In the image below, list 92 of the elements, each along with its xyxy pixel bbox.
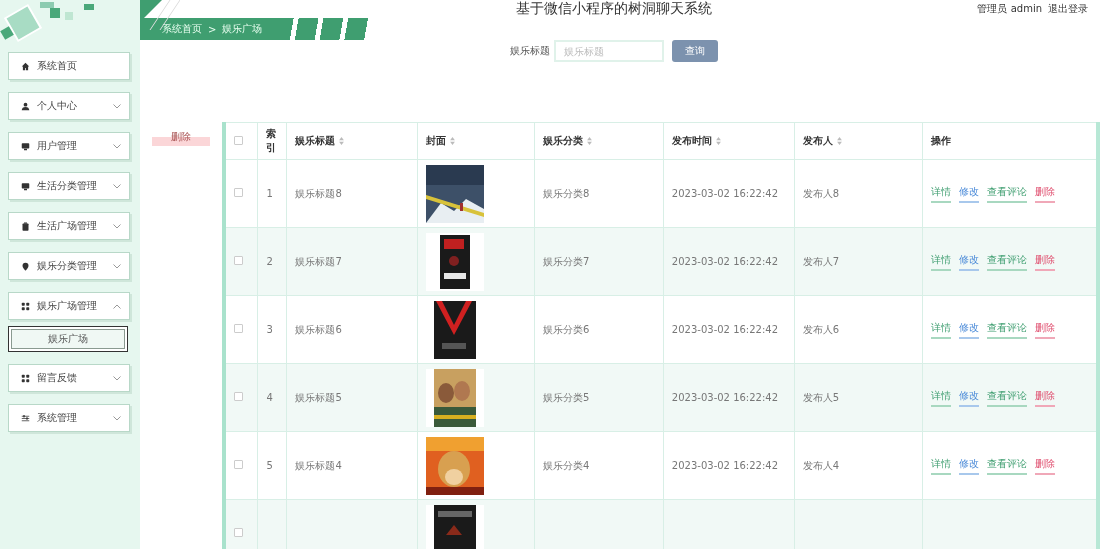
sidebar-item[interactable]: 系统首页 [8, 52, 130, 80]
column-header[interactable]: 娱乐标题 [295, 135, 336, 146]
submenu-item[interactable]: 娱乐广场 [8, 326, 128, 352]
action-link[interactable]: 修改 [958, 388, 979, 407]
sort-icon [715, 137, 721, 145]
sidebar-item[interactable]: 用户管理 [8, 132, 130, 160]
sort-icon [339, 137, 345, 145]
sidebar-item[interactable]: 娱乐广场管理 [8, 292, 130, 320]
monitor-icon [21, 141, 30, 151]
table-cell: 2023-03-02 16:22:42 [671, 392, 779, 403]
table-cell: 2 [266, 256, 273, 267]
sidebar-item[interactable]: 留言反馈 [8, 364, 130, 392]
action-link[interactable]: 查看评论 [986, 252, 1027, 271]
table-cell: 发布人7 [802, 255, 840, 267]
action-link[interactable]: 详情 [930, 388, 951, 407]
action-link[interactable]: 查看评论 [986, 184, 1027, 203]
table-cell: 娱乐标题6 [295, 323, 342, 335]
pin-icon [21, 261, 30, 271]
grid-icon [21, 373, 30, 383]
action-link[interactable]: 删除 [1034, 252, 1055, 271]
sliders-icon [21, 413, 30, 423]
sort-icon [836, 137, 842, 145]
app-title: 基于微信小程序的树洞聊天系统 [515, 0, 712, 18]
table-cell: 2023-03-02 16:22:42 [671, 460, 779, 471]
search-label: 娱乐标题 [510, 44, 550, 58]
column-header: 操作 [930, 135, 951, 146]
checkbox[interactable] [234, 135, 243, 145]
action-link[interactable]: 修改 [958, 320, 979, 339]
action-link[interactable]: 删除 [1034, 388, 1055, 407]
checkbox[interactable] [234, 392, 243, 401]
table-cell: 3 [266, 324, 273, 335]
sidebar-item[interactable]: 生活分类管理 [8, 172, 130, 200]
column-header: 索引 [266, 127, 278, 155]
sort-icon [587, 137, 593, 145]
table-cell: 娱乐标题5 [295, 391, 342, 403]
breadcrumb-separator: > [208, 23, 217, 35]
column-header[interactable]: 娱乐分类 [543, 135, 584, 146]
breadcrumb-current: 娱乐广场 [222, 22, 263, 36]
column-header[interactable]: 封面 [426, 135, 447, 146]
action-link[interactable]: 查看评论 [986, 388, 1027, 407]
sidebar-item[interactable]: 生活广场管理 [8, 212, 130, 240]
sort-icon [450, 137, 456, 145]
logout-link[interactable]: 退出登录 [1048, 2, 1088, 16]
table-cell: 发布人5 [802, 391, 840, 403]
action-link[interactable]: 查看评论 [986, 456, 1027, 475]
sidebar-item[interactable]: 个人中心 [8, 92, 130, 120]
action-link[interactable]: 详情 [930, 456, 951, 475]
sidebar-item[interactable]: 娱乐分类管理 [8, 252, 130, 280]
action-link[interactable]: 修改 [958, 456, 979, 475]
action-link[interactable]: 详情 [930, 184, 951, 203]
table-cell: 娱乐分类5 [543, 391, 590, 403]
action-link[interactable]: 修改 [958, 184, 979, 203]
action-link[interactable]: 详情 [930, 252, 951, 271]
person-icon [21, 101, 30, 111]
monitor-icon [21, 181, 30, 191]
clipboard-icon [21, 221, 30, 231]
table-cell: 娱乐分类8 [543, 187, 590, 199]
action-link[interactable]: 修改 [958, 252, 979, 271]
sidebar-item[interactable]: 系统管理 [8, 404, 130, 432]
table-cell: 2023-03-02 16:22:42 [671, 324, 779, 335]
table-cell: 娱乐标题8 [295, 187, 342, 199]
table-cell: 2023-03-02 16:22:42 [671, 256, 779, 267]
table-cell: 发布人4 [802, 459, 840, 471]
checkbox[interactable] [234, 256, 243, 265]
table-cell: 娱乐标题4 [295, 459, 342, 471]
table-cell: 娱乐分类4 [543, 459, 590, 471]
table-cell: 5 [266, 460, 273, 471]
checkbox[interactable] [234, 460, 243, 469]
breadcrumb-link[interactable]: 系统首页 [162, 22, 202, 36]
table-cell: 1 [266, 188, 273, 199]
search-button[interactable]: 查询 [672, 40, 718, 62]
action-link[interactable]: 删除 [1034, 320, 1055, 339]
table-cell: 娱乐标题7 [295, 255, 342, 267]
table-cell: 娱乐分类7 [543, 255, 590, 267]
table-cell: 发布人6 [802, 323, 840, 335]
action-link[interactable]: 删除 [1034, 456, 1055, 475]
action-link[interactable]: 查看评论 [986, 320, 1027, 339]
checkbox[interactable] [234, 324, 243, 333]
search-field[interactable]: 娱乐标题 [554, 40, 664, 62]
column-header[interactable]: 发布时间 [671, 135, 712, 146]
action-link[interactable]: 删除 [1034, 184, 1055, 203]
table-cell: 娱乐分类6 [543, 323, 590, 335]
action-link[interactable]: 详情 [930, 320, 951, 339]
user-label: 管理员 admin [977, 2, 1042, 16]
grid-icon [21, 301, 30, 311]
home-icon [21, 61, 30, 71]
checkbox[interactable] [234, 528, 243, 537]
table-cell: 2023-03-02 16:22:42 [671, 188, 779, 199]
column-header[interactable]: 发布人 [802, 135, 833, 146]
table-cell: 发布人8 [802, 187, 840, 199]
checkbox[interactable] [234, 188, 243, 197]
table-cell: 4 [266, 392, 273, 403]
